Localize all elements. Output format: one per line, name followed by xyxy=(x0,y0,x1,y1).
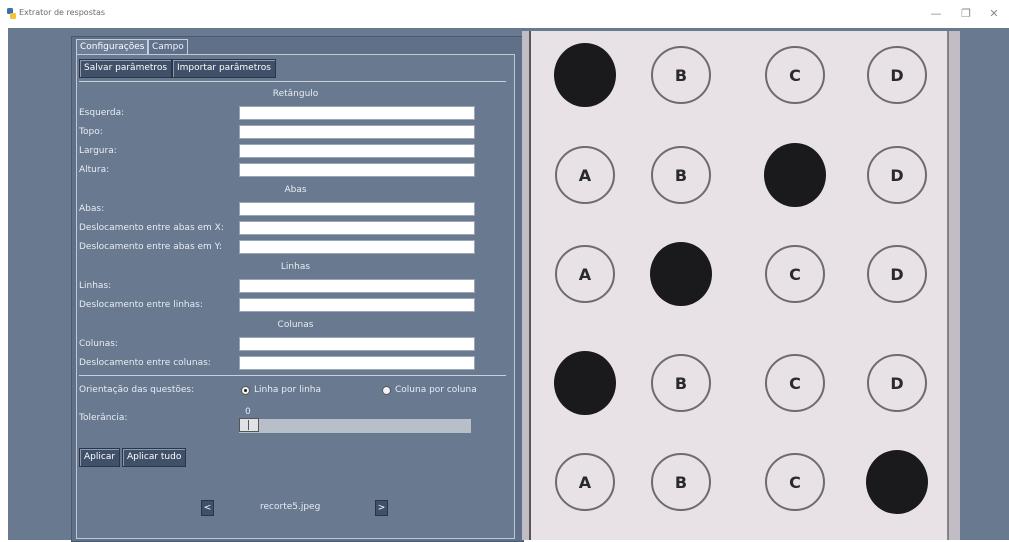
answer-sheet-image: B C D A B D A C D B C D A B C xyxy=(522,31,960,540)
maximize-button[interactable]: ❐ xyxy=(953,4,979,24)
section-columns-heading: Colunas xyxy=(277,320,314,330)
apply-all-button[interactable]: Aplicar tudo xyxy=(122,448,187,467)
top-label: Topo: xyxy=(79,127,103,137)
bubble-letter: A xyxy=(579,166,592,185)
import-parameters-button[interactable]: Importar parâmetros xyxy=(172,59,276,78)
filled-bubble xyxy=(866,450,928,514)
section-rectangle-heading: Retângulo xyxy=(272,89,319,99)
tab-offset-y-label: Deslocamento entre abas em Y: xyxy=(79,242,222,252)
filled-bubble xyxy=(650,242,712,306)
filled-bubble xyxy=(554,351,616,415)
height-input[interactable] xyxy=(239,163,475,177)
row-by-row-label[interactable]: Linha por linha xyxy=(254,385,321,395)
bubble-letter: B xyxy=(675,473,687,492)
bubble-letter: A xyxy=(579,473,592,492)
settings-panel: Configurações Campo 1 Salvar parâmetros … xyxy=(71,36,524,542)
tolerance-slider-handle[interactable] xyxy=(239,418,259,432)
height-label: Altura: xyxy=(79,165,110,175)
apply-button[interactable]: Aplicar xyxy=(79,448,121,467)
bubble-letter: C xyxy=(789,66,801,85)
current-filename: recorte5.jpeg xyxy=(260,502,321,512)
close-button[interactable]: ✕ xyxy=(981,4,1007,24)
column-by-column-radio[interactable] xyxy=(382,386,391,395)
tolerance-slider-track[interactable] xyxy=(239,419,471,433)
divider xyxy=(79,81,506,82)
orientation-label: Orientação das questões: xyxy=(79,385,195,395)
minimize-button[interactable]: — xyxy=(923,4,949,24)
bubble-letter: C xyxy=(789,374,801,393)
column-by-column-label[interactable]: Coluna por coluna xyxy=(395,385,477,395)
columns-input[interactable] xyxy=(239,337,475,351)
rows-input[interactable] xyxy=(239,279,475,293)
tab-offset-x-input[interactable] xyxy=(239,221,475,235)
tab-offset-x-label: Deslocamento entre abas em X: xyxy=(79,223,224,233)
window-title: Extrator de respostas xyxy=(19,8,106,17)
divider xyxy=(79,375,506,376)
left-input[interactable] xyxy=(239,106,475,120)
tolerance-value: 0 xyxy=(245,407,251,417)
row-by-row-radio[interactable] xyxy=(241,386,250,395)
title-bar: Extrator de respostas — ❐ ✕ xyxy=(0,0,1009,28)
save-parameters-button[interactable]: Salvar parâmetros xyxy=(79,59,173,78)
filled-bubble xyxy=(764,143,826,207)
bubble-letter: A xyxy=(579,265,592,284)
python-icon xyxy=(7,8,16,19)
tolerance-label: Tolerância: xyxy=(79,413,128,423)
column-offset-label: Deslocamento entre colunas: xyxy=(79,358,211,368)
row-offset-label: Deslocamento entre linhas: xyxy=(79,300,203,310)
answer-sheet-preview: B C D A B D A C D B C D A B C xyxy=(522,31,960,540)
column-offset-input[interactable] xyxy=(239,356,475,370)
configuracoes-tab-content: Salvar parâmetros Importar parâmetros Re… xyxy=(76,54,515,539)
tabs-label: Abas: xyxy=(79,204,105,214)
row-offset-input[interactable] xyxy=(239,298,475,312)
bubble-letter: C xyxy=(789,473,801,492)
bubble-letter: D xyxy=(890,374,903,393)
section-tabs-heading: Abas xyxy=(284,185,307,195)
next-image-button[interactable]: > xyxy=(375,500,388,516)
bubble-letter: B xyxy=(675,374,687,393)
filled-bubble xyxy=(554,43,616,107)
tabs-input[interactable] xyxy=(239,202,475,216)
width-input[interactable] xyxy=(239,144,475,158)
bubble-letter: B xyxy=(675,66,687,85)
bubble-letter: D xyxy=(890,265,903,284)
client-area: Configurações Campo 1 Salvar parâmetros … xyxy=(8,28,1009,542)
tab-configuracoes[interactable]: Configurações xyxy=(76,39,149,54)
left-label: Esquerda: xyxy=(79,108,125,118)
bubble-letter: C xyxy=(789,265,801,284)
bubble-letter: D xyxy=(890,66,903,85)
bubble-letter: D xyxy=(890,166,903,185)
tab-campo-1[interactable]: Campo 1 xyxy=(148,39,188,66)
bubble-letter: B xyxy=(675,166,687,185)
columns-label: Colunas: xyxy=(79,339,118,349)
tab-offset-y-input[interactable] xyxy=(239,240,475,254)
previous-image-button[interactable]: < xyxy=(201,500,214,516)
top-input[interactable] xyxy=(239,125,475,139)
rows-label: Linhas: xyxy=(79,281,112,291)
section-rows-heading: Linhas xyxy=(280,262,311,272)
width-label: Largura: xyxy=(79,146,117,156)
